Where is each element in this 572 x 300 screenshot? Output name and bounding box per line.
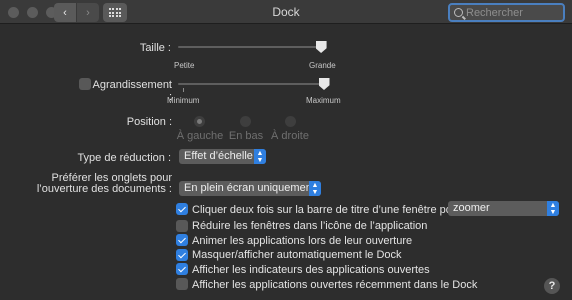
help-icon: ? <box>548 280 556 292</box>
chevron-up-down-icon: ▲ ▼ <box>254 149 266 164</box>
title-bar: ‹ › Dock <box>0 0 572 24</box>
autohide-dock-checkbox[interactable] <box>176 249 188 261</box>
magnification-min-label: Minimum <box>167 96 200 105</box>
size-slider-track <box>178 46 324 48</box>
magnification-checkbox[interactable] <box>79 78 91 90</box>
minimize-effect-popup[interactable]: Effet d’échelle ▲ ▼ <box>179 149 266 164</box>
autohide-dock-label: Masquer/afficher automatiquement le Dock <box>192 249 402 261</box>
chevron-up-down-icon: ▲ ▼ <box>547 201 559 216</box>
minimize-into-app-label: Réduire les fenêtres dans l’icône de l’a… <box>192 220 428 232</box>
grid-icon <box>108 8 122 17</box>
minimize-effect-label: Type de réduction : <box>77 152 171 164</box>
magnification-max-label: Maximum <box>306 96 341 105</box>
show-all-button[interactable] <box>103 3 127 22</box>
size-label: Taille : <box>139 42 171 54</box>
double-click-checkbox[interactable] <box>176 203 188 215</box>
show-recent-apps-checkbox[interactable] <box>176 278 188 290</box>
slider-tick <box>183 88 184 92</box>
magnification-slider-knob[interactable] <box>318 78 330 90</box>
show-recent-apps-label: Afficher les applications ouvertes récem… <box>192 279 478 291</box>
double-click-action-popup[interactable]: zoomer ▲ ▼ <box>448 201 559 216</box>
position-left-label: À gauche <box>176 130 224 142</box>
position-label: Position : <box>126 116 172 128</box>
minimize-into-app-checkbox[interactable] <box>176 220 188 232</box>
animate-opening-checkbox[interactable] <box>176 234 188 246</box>
minimize-window-button[interactable] <box>27 7 38 18</box>
size-max-label: Grande <box>309 61 336 70</box>
size-slider-knob[interactable] <box>315 41 327 53</box>
animate-opening-label: Animer les applications lors de leur ouv… <box>192 235 413 247</box>
double-click-action-value: zoomer <box>453 202 490 214</box>
position-bottom-radio[interactable] <box>240 116 251 127</box>
help-button[interactable]: ? <box>544 278 560 294</box>
position-right-label: À droite <box>271 130 309 142</box>
tabs-pref-label-line2: l’ouverture des documents : <box>36 183 172 195</box>
chevron-left-icon: ‹ <box>63 6 67 19</box>
show-indicators-checkbox[interactable] <box>176 263 188 275</box>
back-button[interactable]: ‹ <box>54 3 76 22</box>
search-input[interactable] <box>466 6 561 19</box>
magnification-slider-track <box>178 83 324 85</box>
position-bottom-label: En bas <box>228 130 264 142</box>
forward-button[interactable]: › <box>77 3 99 22</box>
size-min-label: Petite <box>174 61 195 70</box>
search-icon <box>454 8 463 17</box>
position-left-radio[interactable] <box>194 116 205 127</box>
tabs-pref-popup[interactable]: En plein écran uniquement ▲ ▼ <box>179 181 321 196</box>
minimize-effect-value: Effet d’échelle <box>184 150 253 162</box>
size-slider[interactable] <box>178 40 328 58</box>
magnification-label: Agrandissement : <box>92 79 173 103</box>
position-right-radio[interactable] <box>285 116 296 127</box>
double-click-label: Cliquer deux fois sur la barre de titre … <box>192 204 462 216</box>
tabs-pref-value: En plein écran uniquement <box>184 182 315 194</box>
window-title: Dock <box>272 5 300 19</box>
chevron-up-down-icon: ▲ ▼ <box>309 181 321 196</box>
magnification-slider[interactable] <box>178 77 330 95</box>
close-window-button[interactable] <box>8 7 19 18</box>
search-field[interactable] <box>448 3 565 22</box>
show-indicators-label: Afficher les indicateurs des application… <box>192 264 430 276</box>
chevron-right-icon: › <box>86 6 90 19</box>
